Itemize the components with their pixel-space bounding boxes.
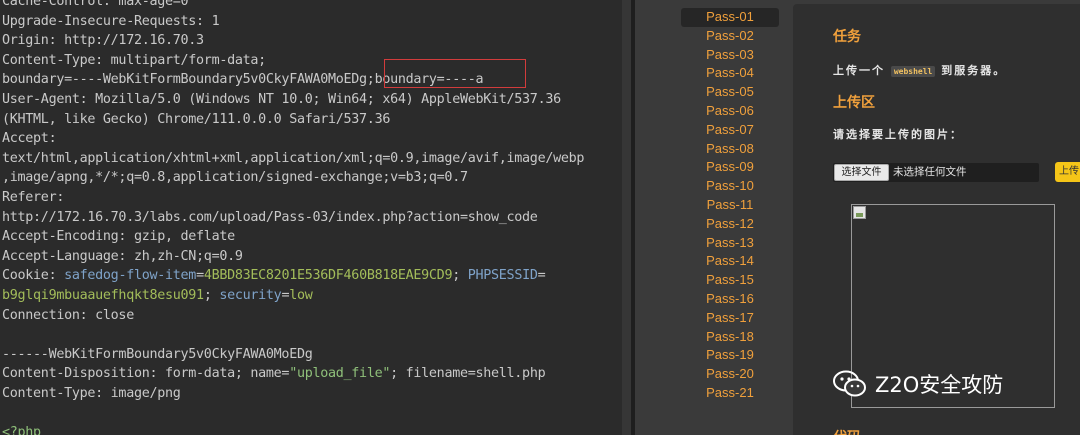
request-line[interactable]: Accept: bbox=[2, 129, 57, 149]
request-line[interactable]: Content-Disposition: form-data; name="up… bbox=[2, 364, 546, 384]
pass-nav-list: Pass-01 Pass-02 Pass-03 Pass-04 Pass-05 Pass-… bbox=[681, 8, 779, 403]
request-line[interactable]: b9glqi9mbuaauefhqkt8esu091; security=low bbox=[2, 286, 313, 306]
request-line[interactable]: Origin: http://172.16.70.3 bbox=[2, 31, 204, 51]
request-line[interactable]: Referer: bbox=[2, 188, 64, 208]
request-line[interactable]: Cookie: safedog-flow-item=4BBD83EC8201E5… bbox=[2, 266, 546, 286]
pass-nav-item[interactable]: Pass-21 bbox=[681, 384, 779, 403]
request-token: ------WebKitFormBoundary5v0CkyFAWA0MoEDg bbox=[2, 346, 313, 362]
request-token: Content-Type: multipart/form-data; bbox=[2, 52, 266, 68]
upload-prompt: 请选择要上传的图片： bbox=[833, 128, 963, 141]
pass-nav-item[interactable]: Pass-05 bbox=[681, 83, 779, 102]
request-token: = bbox=[196, 268, 204, 284]
request-line[interactable]: (KHTML, like Gecko) Chrome/111.0.0.0 Saf… bbox=[2, 110, 390, 130]
request-scrollbar[interactable] bbox=[622, 0, 631, 435]
highlighted-boundary-box bbox=[384, 59, 526, 88]
request-token: safedog-flow-item bbox=[64, 268, 197, 284]
pass-nav-item[interactable]: Pass-14 bbox=[681, 252, 779, 271]
pass-nav-item[interactable]: Pass-03 bbox=[681, 46, 779, 65]
pass-nav-item[interactable]: Pass-06 bbox=[681, 102, 779, 121]
request-line[interactable]: http://172.16.70.3/labs.com/upload/Pass-… bbox=[2, 208, 538, 228]
pass-nav-item[interactable]: Pass-17 bbox=[681, 309, 779, 328]
pass-nav-item[interactable]: Pass-09 bbox=[681, 158, 779, 177]
request-line[interactable]: Content-Type: image/png bbox=[2, 384, 181, 404]
broken-image-icon bbox=[853, 206, 866, 219]
request-line[interactable]: Upgrade-Insecure-Requests: 1 bbox=[2, 12, 220, 32]
request-line[interactable]: <?php bbox=[2, 423, 41, 435]
pass-nav-item[interactable]: Pass-19 bbox=[681, 346, 779, 365]
request-token: ; filename=shell.php bbox=[390, 366, 546, 382]
code-title: 代码 bbox=[833, 427, 861, 435]
watermark: Z2O安全攻防 bbox=[833, 366, 1003, 402]
wechat-icon bbox=[833, 370, 866, 397]
request-token: Origin: http://172.16.70.3 bbox=[2, 33, 204, 49]
task-description: 上传一个 webshell 到服务器。 bbox=[833, 62, 1006, 78]
request-line[interactable]: Content-Type: multipart/form-data; bbox=[2, 51, 266, 71]
pass-nav-item[interactable]: Pass-02 bbox=[681, 27, 779, 46]
http-request-editor[interactable]: Cache-Control: max-age=0 Upgrade-Insecure… bbox=[0, 0, 622, 435]
pass-nav-item[interactable]: Pass-04 bbox=[681, 64, 779, 83]
request-token: b9glqi9mbuaauefhqkt8esu091 bbox=[2, 288, 204, 303]
webshell-badge: webshell bbox=[890, 65, 936, 77]
request-token: ; bbox=[452, 268, 468, 284]
request-token: text/html,application/xhtml+xml,applicat… bbox=[2, 150, 585, 166]
task-title: 任务 bbox=[833, 29, 861, 45]
pass-nav-item[interactable]: Pass-01 bbox=[681, 8, 779, 27]
request-token: PHPSESSID bbox=[467, 268, 538, 284]
request-token: Cookie: bbox=[2, 268, 65, 284]
upload-button[interactable]: 上传 bbox=[1055, 162, 1080, 182]
request-token: Accept: bbox=[2, 131, 57, 147]
task-text-after: 到服务器。 bbox=[941, 64, 1007, 77]
request-token: 4BBD83EC8201E536DF460B818EAE9CD9 bbox=[203, 268, 453, 284]
request-token: "upload_file" bbox=[289, 366, 391, 382]
request-token: Upgrade-Insecure-Requests: 1 bbox=[2, 13, 220, 29]
request-token: Accept-Encoding: gzip, deflate bbox=[2, 229, 235, 245]
request-line[interactable]: Connection: close bbox=[2, 306, 134, 326]
pass-nav-item[interactable]: Pass-10 bbox=[681, 177, 779, 196]
request-token: ,image/apng,*/*;q=0.8,application/signed… bbox=[2, 170, 468, 186]
request-token: ; bbox=[203, 288, 220, 303]
request-token: Accept-Language: zh,zh-CN;q=0.9 bbox=[2, 248, 243, 264]
request-token: Content-Type: image/png bbox=[2, 386, 181, 401]
file-input[interactable]: 选择文件 未选择任何文件 bbox=[833, 163, 1039, 182]
request-line[interactable]: ------WebKitFormBoundary5v0CkyFAWA0MoEDg bbox=[2, 345, 313, 365]
request-token: Connection: close bbox=[2, 307, 134, 323]
request-line[interactable]: Accept-Encoding: gzip, deflate bbox=[2, 227, 235, 247]
pass-nav-item[interactable]: Pass-18 bbox=[681, 328, 779, 347]
pass-nav-item[interactable]: Pass-11 bbox=[681, 196, 779, 215]
pass-nav-item[interactable]: Pass-12 bbox=[681, 215, 779, 234]
upload-title: 上传区 bbox=[833, 95, 875, 111]
request-token: security bbox=[219, 288, 282, 303]
request-token: User-Agent: Mozilla/5.0 (Windows NT 10.0… bbox=[2, 92, 561, 107]
request-token: Referer: bbox=[2, 190, 65, 205]
pass-nav-item[interactable]: Pass-20 bbox=[681, 365, 779, 384]
watermark-text: Z2O安全攻防 bbox=[875, 373, 1004, 397]
request-token: Cache-Control: max-age=0 bbox=[2, 0, 189, 9]
choose-file-button[interactable]: 选择文件 bbox=[834, 164, 889, 181]
request-line[interactable]: text/html,application/xhtml+xml,applicat… bbox=[2, 149, 584, 169]
request-token: = bbox=[537, 268, 546, 284]
pass-nav-item[interactable]: Pass-13 bbox=[681, 234, 779, 253]
pass-nav-item[interactable]: Pass-16 bbox=[681, 290, 779, 309]
request-line[interactable]: Accept-Language: zh,zh-CN;q=0.9 bbox=[2, 247, 243, 267]
request-token: http://172.16.70.3/labs.com/upload/Pass-… bbox=[2, 209, 538, 225]
request-line[interactable]: Cache-Control: max-age=0 bbox=[2, 0, 189, 12]
request-token: Content-Disposition: form-data; name= bbox=[2, 366, 290, 382]
request-token: <?php bbox=[2, 425, 41, 435]
request-token: low bbox=[289, 288, 313, 303]
file-status-text: 未选择任何文件 bbox=[893, 166, 967, 178]
pass-nav-item[interactable]: Pass-15 bbox=[681, 271, 779, 290]
request-line[interactable]: User-Agent: Mozilla/5.0 (Windows NT 10.0… bbox=[2, 90, 561, 110]
task-text-before: 上传一个 bbox=[833, 64, 885, 77]
request-line[interactable]: ,image/apng,*/*;q=0.8,application/signed… bbox=[2, 168, 468, 188]
pass-nav-item[interactable]: Pass-08 bbox=[681, 140, 779, 159]
request-token: (KHTML, like Gecko) Chrome/111.0.0.0 Saf… bbox=[2, 111, 391, 127]
pass-nav-item[interactable]: Pass-07 bbox=[681, 121, 779, 140]
